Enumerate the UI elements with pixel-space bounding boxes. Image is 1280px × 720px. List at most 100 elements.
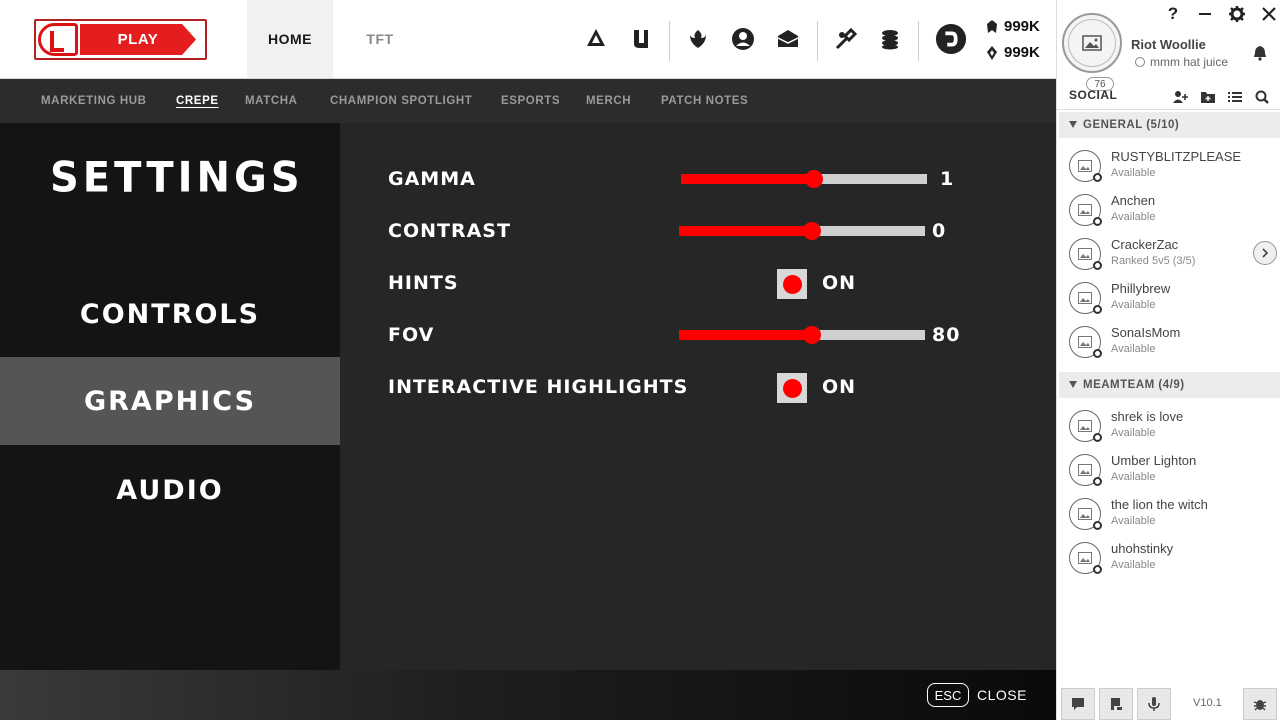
friend-group-meamteam[interactable]: MEAMTEAM (4/9) xyxy=(1059,372,1280,398)
divider xyxy=(669,21,670,61)
hints-toggle-state: ON xyxy=(822,272,857,294)
interactive-highlights-toggle[interactable] xyxy=(777,373,807,403)
coins-icon[interactable] xyxy=(876,25,904,53)
fov-slider[interactable] xyxy=(679,326,925,344)
gamma-label: GAMMA xyxy=(388,168,476,190)
friend-status: Available xyxy=(1111,299,1156,311)
play-button-frame: PLAY xyxy=(34,19,207,60)
help-icon[interactable]: ? xyxy=(1163,4,1183,24)
friend-name: Anchen xyxy=(1111,193,1156,208)
bug-report-icon[interactable] xyxy=(1243,688,1277,720)
presence-dot xyxy=(1093,217,1102,226)
subnav-marketing-hub[interactable]: MARKETING HUB xyxy=(41,95,147,107)
image-placeholder-icon xyxy=(1078,464,1092,476)
subnav-patch-notes[interactable]: PATCH NOTES xyxy=(661,95,748,107)
social-header: SOCIAL xyxy=(1057,84,1280,110)
friend-list-item[interactable]: CrackerZac Ranked 5v5 (3/5) xyxy=(1059,233,1280,277)
profile-icon[interactable] xyxy=(729,25,757,53)
collection-icon[interactable] xyxy=(627,25,655,53)
category-audio[interactable]: AUDIO xyxy=(0,446,340,534)
sub-navigation: MARKETING HUB CREPE MATCHA CHAMPION SPOT… xyxy=(0,79,1056,123)
presence-dot xyxy=(1093,521,1102,530)
crafting-icon[interactable] xyxy=(832,25,860,53)
profile-avatar[interactable]: 76 xyxy=(1062,13,1122,91)
subnav-esports[interactable]: ESPORTS xyxy=(501,95,560,107)
chevron-right-icon[interactable] xyxy=(1253,241,1277,265)
friend-status: Available xyxy=(1111,515,1156,527)
league-logo-icon xyxy=(38,23,78,56)
profile-status[interactable]: mmm hat juice xyxy=(1135,55,1228,69)
friend-list-item[interactable]: Umber Lighton Available xyxy=(1059,449,1280,493)
friend-avatar xyxy=(1069,238,1102,270)
presence-dot xyxy=(1093,433,1102,442)
contrast-slider[interactable] xyxy=(679,222,925,240)
image-placeholder-icon xyxy=(1078,160,1092,172)
category-graphics[interactable]: GRAPHICS xyxy=(0,357,340,445)
blue-essence-balance: 999K xyxy=(984,44,1040,61)
friend-avatar xyxy=(1069,542,1102,574)
settings-gear-icon[interactable] xyxy=(1227,4,1247,24)
friend-name: the lion the witch xyxy=(1111,497,1208,512)
friend-avatar xyxy=(1069,498,1102,530)
interactive-highlights-toggle-indicator xyxy=(782,378,802,398)
image-placeholder-icon xyxy=(1078,508,1092,520)
presence-dot xyxy=(1093,305,1102,314)
notifications-bell-icon[interactable] xyxy=(1252,45,1268,61)
friend-list-item[interactable]: RUSTYBLITZPLEASE Available xyxy=(1059,145,1280,189)
friend-list-item[interactable]: the lion the witch Available xyxy=(1059,493,1280,537)
clash-banner-icon[interactable] xyxy=(1099,688,1133,720)
friend-avatar xyxy=(1069,282,1102,314)
friend-avatar xyxy=(1069,194,1102,226)
minimize-icon[interactable] xyxy=(1195,4,1215,24)
subnav-champion-spotlight[interactable]: CHAMPION SPOTLIGHT xyxy=(330,95,472,107)
add-folder-icon[interactable] xyxy=(1199,88,1217,106)
friend-status: Available xyxy=(1111,343,1156,355)
gamma-slider[interactable] xyxy=(681,170,927,188)
voice-microphone-icon[interactable] xyxy=(1137,688,1171,720)
esc-key-hint[interactable]: ESC xyxy=(927,683,969,707)
gamma-value: 1 xyxy=(940,168,955,190)
subnav-merch[interactable]: MERCH xyxy=(586,95,631,107)
social-footer: V10.1 xyxy=(1057,688,1280,720)
subnav-matcha[interactable]: MATCHA xyxy=(245,95,298,107)
friend-group-general[interactable]: GENERAL (5/10) xyxy=(1059,112,1280,138)
friend-list-item[interactable]: SonaIsMom Available xyxy=(1059,321,1280,365)
loot-icon[interactable] xyxy=(774,25,802,53)
category-controls[interactable]: CONTROLS xyxy=(0,270,340,358)
little-legend-icon[interactable] xyxy=(684,25,712,53)
clash-icon[interactable] xyxy=(582,25,610,53)
image-placeholder-icon xyxy=(1078,420,1092,432)
fov-slider-thumb[interactable] xyxy=(802,326,821,344)
profile-name: Riot Woollie xyxy=(1131,37,1206,52)
contrast-slider-thumb[interactable] xyxy=(802,222,821,240)
friend-list-item[interactable]: Anchen Available xyxy=(1059,189,1280,233)
divider xyxy=(817,21,818,61)
subnav-crepe[interactable]: CREPE xyxy=(176,95,219,107)
interactive-highlights-toggle-state: ON xyxy=(822,376,857,398)
close-icon[interactable] xyxy=(1259,4,1279,24)
friend-list-item[interactable]: Phillybrew Available xyxy=(1059,277,1280,321)
friend-list-item[interactable]: shrek is love Available xyxy=(1059,405,1280,449)
riot-points-icon xyxy=(987,19,997,33)
graphics-settings-panel: GAMMA 1 CONTRAST 0 HINTS ON FOV 80 INTER… xyxy=(340,123,1056,670)
store-icon[interactable] xyxy=(934,22,968,56)
tab-tft[interactable]: TFT xyxy=(340,0,420,78)
in-game-indicator xyxy=(1093,261,1102,270)
presence-dot xyxy=(1093,173,1102,182)
tab-home[interactable]: HOME xyxy=(247,0,333,78)
list-view-icon[interactable] xyxy=(1226,88,1244,106)
presence-dot xyxy=(1093,477,1102,486)
search-icon[interactable] xyxy=(1253,88,1271,106)
presence-dot xyxy=(1093,349,1102,358)
chat-icon[interactable] xyxy=(1061,688,1095,720)
interactive-highlights-label: INTERACTIVE HIGHLIGHTS xyxy=(388,376,689,398)
gamma-slider-thumb[interactable] xyxy=(804,170,823,188)
status-ring-icon xyxy=(1135,57,1145,67)
friend-list-item[interactable]: uhohstinky Available xyxy=(1059,537,1280,581)
hints-toggle[interactable] xyxy=(777,269,807,299)
play-button[interactable]: PLAY xyxy=(80,24,196,55)
friend-avatar xyxy=(1069,326,1102,358)
profile-status-text: mmm hat juice xyxy=(1150,55,1229,69)
add-friend-icon[interactable] xyxy=(1171,88,1189,106)
close-button[interactable]: CLOSE xyxy=(977,687,1027,703)
